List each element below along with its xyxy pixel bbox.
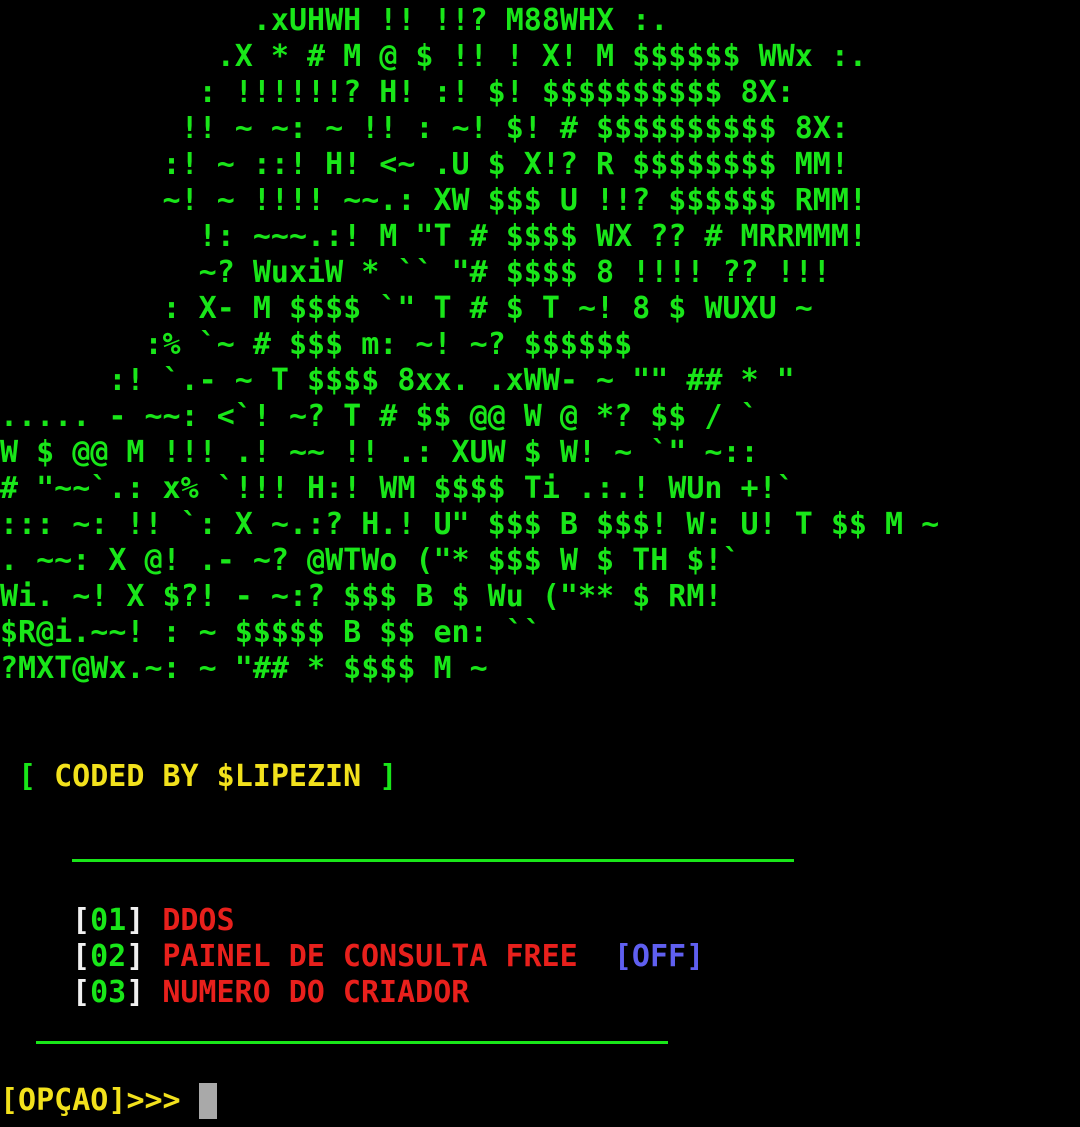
top-divider [72,859,794,862]
menu-item-painel-de-consulta[interactable]: [02] PAINEL DE CONSULTA FREE [OFF] [72,939,704,975]
ascii-art-line: ?MXT@Wx.~: ~ "## * $$$$ M ~ [0,651,488,686]
command-prompt[interactable]: [OPÇAO]>>> [0,1083,217,1119]
credit-line: [ CODED BY $LIPEZIN ] [18,759,397,795]
text-cursor [198,1083,217,1119]
menu-item-ddos[interactable]: [01] DDOS [72,903,235,939]
prompt-label: [OPÇAO] [0,1083,127,1118]
ascii-art-line: W $ @@ M !!! .! ~~ !! .: XUW $ W! ~ `" ~… [0,435,759,470]
menu-item-number: 01 [90,903,127,938]
status-badge: [OFF] [613,939,705,974]
ascii-art-line: .X * # M @ $ !! ! X! M $$$$$$ WWx :. [0,39,867,74]
ascii-art-line: :% `~ # $$$ m: ~! ~? $$$$$$ [0,327,633,362]
ascii-art-line: : !!!!!!? H! :! $! $$$$$$$$$$ 8X: [0,75,795,110]
ascii-art-line: :! ~ ::! H! <~ .U $ X!? R $$$$$$$$ MM! [0,147,849,182]
ascii-art-line: .xUHWH !! !!? M88WHX :. [0,3,669,38]
credit-close-bracket: ] [379,759,398,794]
ascii-art-line: !! ~ ~: ~ !! : ~! $! # $$$$$$$$$$ 8X: [0,111,849,146]
prompt-arrows: >>> [126,1083,181,1118]
menu-item-label: DDOS [162,903,235,938]
ascii-art-line: ~? WuxiW * `` "# $$$$ 8 !!!! ?? !!! [0,255,831,290]
ascii-art-line: Wi. ~! X $?! - ~:? $$$ B $ Wu ("** $ RM! [0,579,723,614]
credit-text: CODED BY $LIPEZIN [54,759,362,794]
bottom-divider [36,1041,668,1044]
terminal-window: .xUHWH !! !!? M88WHX :. .X * # M @ $ !! … [0,0,1080,1127]
menu-item-label: NUMERO DO CRIADOR [162,975,470,1010]
ascii-art-line: ..... - ~~: <`! ~? T # $$ @@ W @ *? $$ /… [0,399,759,434]
credit-open-bracket: [ [18,759,37,794]
ascii-art-line: ~! ~ !!!! ~~.: XW $$$ U !!? $$$$$$ RMM! [0,183,867,218]
ascii-art-line: . ~~: X @! .- ~? @WTWo ("* $$$ W $ TH $!… [0,543,741,578]
ascii-art-line: # "~~`.: x% `!!! H:! WM $$$$ Ti .:.! WUn… [0,471,795,506]
menu-item-label: PAINEL DE CONSULTA FREE [162,939,578,974]
menu-item-numero-do-criador[interactable]: [03] NUMERO DO CRIADOR [72,975,469,1011]
ascii-art-line: : X- M $$$$ `" T # $ T ~! 8 $ WUXU ~ [0,291,813,326]
menu-item-number: 02 [90,939,127,974]
ascii-art-line: !: ~~~.:! M "T # $$$$ WX ?? # MRRMMM! [0,219,867,254]
ascii-art-line: ::: ~: !! `: X ~.:? H.! U" $$$ B $$$! W:… [0,507,940,542]
menu-item-number: 03 [90,975,127,1010]
ascii-art-line: $R@i.~~! : ~ $$$$$ B $$ en: `` [0,615,542,650]
ascii-art-line: :! `.- ~ T $$$$ 8xx. .xWW- ~ "" ## * " [0,363,795,398]
